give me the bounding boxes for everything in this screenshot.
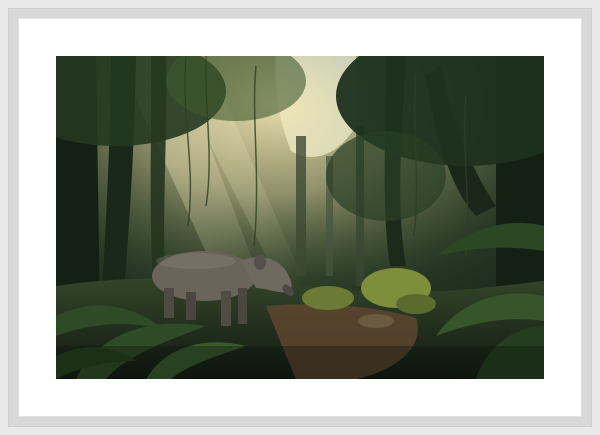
mossy-rock xyxy=(358,314,394,328)
tree-trunk xyxy=(296,136,306,276)
framed-photo xyxy=(56,56,544,379)
mossy-rock xyxy=(396,294,436,314)
canopy-foliage xyxy=(326,131,446,221)
rainforest-scene xyxy=(56,56,544,379)
foreground-shadow xyxy=(56,346,544,379)
mossy-rock xyxy=(302,286,354,310)
